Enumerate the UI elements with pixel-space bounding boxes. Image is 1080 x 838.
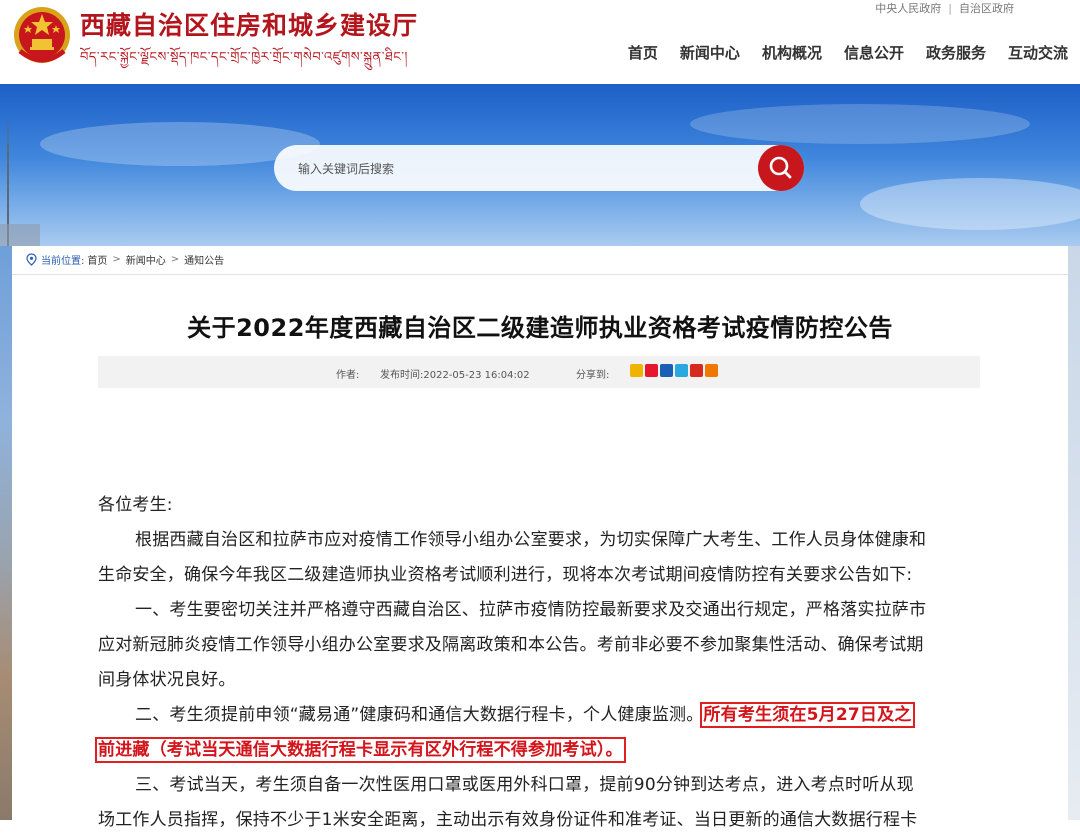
breadcrumb-separator: > xyxy=(170,254,180,265)
search-box xyxy=(274,145,804,193)
top-link-separator: | xyxy=(948,2,952,15)
top-link-regional-gov[interactable]: 自治区政府 xyxy=(959,2,1014,15)
page-background-left xyxy=(0,246,12,820)
qq-weibo-icon[interactable] xyxy=(675,364,688,377)
national-emblem-icon xyxy=(14,7,70,63)
main-nav: 首页 新闻中心 机构概况 信息公开 政务服务 互动交流 xyxy=(606,42,1068,63)
share-icons xyxy=(630,364,720,377)
article-line: 根据西藏自治区和拉萨市应对疫情工作领导小组办公室要求，为切实保障广大考生、工作人… xyxy=(135,530,927,550)
author-label: 作者: xyxy=(336,370,360,381)
nav-organization[interactable]: 机构概况 xyxy=(762,42,822,63)
article-line: 三、考试当天，考生须自备一次性医用口罩或医用外科口罩，提前90分钟到达考点，进入… xyxy=(135,775,914,795)
breadcrumb-home[interactable]: 首页 xyxy=(87,252,107,267)
nav-news-center[interactable]: 新闻中心 xyxy=(680,42,740,63)
breadcrumb-divider xyxy=(12,274,1068,275)
breadcrumb-separator: > xyxy=(112,254,121,265)
renren-icon[interactable] xyxy=(660,364,673,377)
location-pin-icon xyxy=(26,253,37,266)
highlighted-notice: 前进藏（考试当天通信大数据行程卡显示有区外行程不得参加考试）。 xyxy=(95,737,626,763)
site-title: 西藏自治区住房和城乡建设厅 xyxy=(80,11,419,40)
highlighted-notice: 所有考生须在5月27日及之 xyxy=(700,702,915,728)
article-line: 场工作人员指挥，保持不少于1米安全距离，主动出示有效身份证件和准考证、当日更新的… xyxy=(98,810,918,830)
page-background-right xyxy=(1068,246,1080,820)
nav-info-disclosure[interactable]: 信息公开 xyxy=(844,42,904,63)
article-line: 各位考生: xyxy=(98,495,173,515)
qzone-icon[interactable] xyxy=(630,364,643,377)
article-line-highlight: 前进藏（考试当天通信大数据行程卡显示有区外行程不得参加考试）。 xyxy=(95,733,998,768)
top-links: 中央人民政府 | 自治区政府 xyxy=(875,0,1014,16)
article-line: 二、考生须提前申领“藏易通”健康码和通信大数据行程卡，个人健康监测。 xyxy=(135,705,704,725)
share-label: 分享到: xyxy=(576,370,610,381)
weibo-icon[interactable] xyxy=(645,364,658,377)
article-meta-bar: 作者: 发布时间:2022-05-23 16:04:02 分享到: xyxy=(98,356,980,388)
search-input[interactable] xyxy=(296,145,740,193)
nav-gov-services[interactable]: 政务服务 xyxy=(926,42,986,63)
publish-date: 发布时间:2022-05-23 16:04:02 xyxy=(380,370,530,381)
tieba-icon[interactable] xyxy=(690,364,703,377)
top-link-central-gov[interactable]: 中央人民政府 xyxy=(875,2,941,15)
nav-interaction[interactable]: 互动交流 xyxy=(1008,42,1068,63)
search-icon xyxy=(769,156,792,179)
more-icon[interactable] xyxy=(705,364,718,377)
site-header: 西藏自治区住房和城乡建设厅 བོད་རང་སྐྱོང་ལྗོངས་སྡོད་ཁང… xyxy=(0,0,1080,84)
breadcrumb-news-center[interactable]: 新闻中心 xyxy=(126,252,166,267)
article-body: 各位考生: 根据西藏自治区和拉萨市应对疫情工作领导小组办公室要求，为切实保障广大… xyxy=(95,488,998,838)
article-line: 应对新冠肺炎疫情工作领导小组办公室要求及隔离政策和本公告。考前非必要不参加聚集性… xyxy=(98,635,924,655)
breadcrumb-notices[interactable]: 通知公告 xyxy=(184,252,224,267)
search-button[interactable] xyxy=(758,145,804,191)
article-line: 一、考生要密切关注并严格遵守西藏自治区、拉萨市疫情防控最新要求及交通出行规定，严… xyxy=(135,600,927,620)
article-line-with-highlight: 二、考生须提前申领“藏易通”健康码和通信大数据行程卡，个人健康监测。所有考生须在… xyxy=(98,698,998,733)
nav-home[interactable]: 首页 xyxy=(628,42,658,63)
breadcrumb-label: 当前位置: xyxy=(41,256,85,267)
article-title: 关于2022年度西藏自治区二级建造师执业资格考试疫情防控公告 xyxy=(187,314,893,342)
site-subtitle: བོད་རང་སྐྱོང་ལྗོངས་སྡོད་ཁང་དང་གྲོང་ཁྱེར་… xyxy=(80,50,408,65)
hero-banner xyxy=(0,84,1080,246)
article-line: 间身体状况良好。 xyxy=(98,670,236,690)
article-panel: 当前位置: 首页 > 新闻中心 > 通知公告 关于2022年度西藏自治区二级建造… xyxy=(12,246,1068,830)
breadcrumb: 当前位置: 首页 > 新闻中心 > 通知公告 xyxy=(26,252,224,267)
article-line: 生命安全，确保今年我区二级建造师执业资格考试顺利进行，现将本次考试期间疫情防控有… xyxy=(98,565,913,585)
